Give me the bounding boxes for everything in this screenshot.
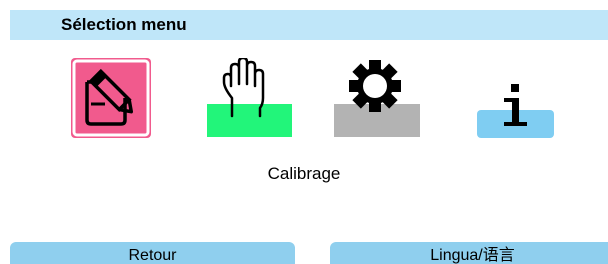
back-button-label: Retour bbox=[128, 247, 177, 264]
gear-icon bbox=[334, 60, 420, 137]
menu-item-info[interactable] bbox=[477, 58, 573, 154]
info-icon bbox=[477, 84, 554, 138]
back-button[interactable]: Retour bbox=[10, 242, 295, 264]
calibration-icon bbox=[71, 58, 151, 138]
language-button[interactable]: Lingua/语言 bbox=[330, 242, 608, 264]
page-title: Sélection menu bbox=[61, 15, 187, 34]
selected-menu-label: Calibrage bbox=[267, 164, 341, 183]
menu-item-manual[interactable] bbox=[202, 58, 298, 154]
hand-icon bbox=[207, 58, 292, 137]
hand-icon-bg bbox=[207, 104, 292, 137]
menu-item-settings[interactable] bbox=[334, 58, 430, 154]
screen: Sélection menu Calibrage Retour Lingua/语… bbox=[0, 0, 608, 264]
calibration-icon-bg bbox=[71, 58, 151, 138]
language-button-label: Lingua/语言 bbox=[430, 247, 515, 264]
menu-item-calibration[interactable] bbox=[71, 58, 167, 154]
header-bar: Sélection menu bbox=[10, 10, 608, 40]
